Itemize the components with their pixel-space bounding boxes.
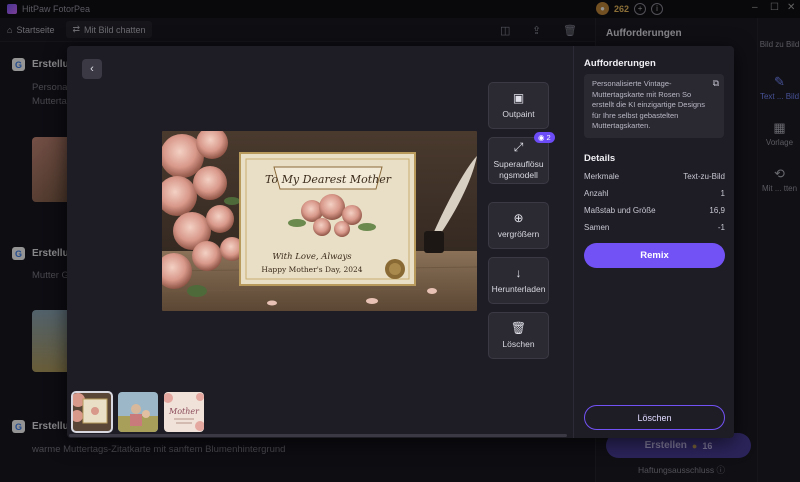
copy-icon[interactable]: ⧉ [713,78,719,89]
zoom-in-icon: ⊕ [513,211,524,225]
trash-icon: 🗑 [510,321,527,335]
horizontal-scrollbar[interactable] [69,434,567,437]
thumbnail-text: Mother [168,407,200,416]
thumbnail-3[interactable]: Mother [164,392,204,432]
image-preview-modal: ‹ To My Dearest Mother With Love, Always… [67,46,734,438]
card-line-2: Happy Mother's Day, 2024 [261,265,362,274]
delete-image-label: Löschen [502,339,535,349]
detail-value: 16,9 [709,206,725,215]
zoom-in-button[interactable]: ⊕ vergrößern [488,202,549,249]
prompt-title: Aufforderungen [584,58,656,69]
download-icon: ↓ [515,266,522,280]
card-title-text: To My Dearest Mother [265,173,392,186]
detail-value: 1 [720,189,725,198]
prompt-text-box: ⧉ Personalisierte Vintage-Muttertagskart… [584,74,724,138]
thumbnail-1[interactable] [71,391,113,433]
back-button[interactable]: ‹ [82,59,102,79]
detail-row: Merkmale Text-zu-Bild [584,172,725,181]
thumbnail-card-image [72,392,112,432]
detail-value: -1 [717,223,725,232]
preview-image: To My Dearest Mother With Love, Always H… [162,131,477,311]
detail-key: Merkmale [584,172,620,181]
card-line-1: With Love, Always [272,252,352,262]
zoom-in-label: vergrößern [497,229,540,239]
app-window: HitPaw FotorPea ● 262 + i – ☐ ✕ ⌂ Starts… [0,0,800,482]
detail-key: Anzahl [584,189,609,198]
outpaint-button[interactable]: ▣ Outpaint [488,82,549,129]
card-illustration: To My Dearest Mother With Love, Always H… [162,131,477,311]
detail-row: Maßstab und Größe 16,9 [584,206,725,215]
thumbnail-family-image [118,392,158,432]
thumbnail-mother-card-image: Mother [164,392,204,432]
detail-row: Anzahl 1 [584,189,725,198]
download-label: Herunterladen [491,284,546,294]
details-panel: Aufforderungen ⧉ Personalisierte Vintage… [573,46,734,438]
detail-value: Text-zu-Bild [683,172,725,181]
outpaint-label: Outpaint [502,109,535,119]
remix-button[interactable]: Remix [584,243,725,268]
download-button[interactable]: ↓ Herunterladen [488,257,549,304]
outpaint-icon: ▣ [512,91,525,105]
super-resolution-button[interactable]: ⤢ Superauflösungsmodell [488,137,549,184]
detail-key: Maßstab und Größe [584,206,656,215]
coin-icon: ◉ [538,133,545,142]
delete-image-button[interactable]: 🗑 Löschen [488,312,549,359]
expand-icon: ⤢ [513,140,524,154]
super-resolution-badge: ◉ 2 [534,132,555,143]
detail-row: Samen -1 [584,223,725,232]
delete-button[interactable]: Löschen [584,405,725,430]
chevron-left-icon: ‹ [90,63,94,75]
details-title: Details [584,153,616,164]
super-resolution-label: Superauflösungsmodell [493,159,544,180]
detail-key: Samen [584,223,610,232]
prompt-text: Personalisierte Vintage-Muttertagskarte … [592,79,705,130]
badge-count: 2 [546,133,551,142]
thumbnail-2[interactable] [118,392,158,432]
